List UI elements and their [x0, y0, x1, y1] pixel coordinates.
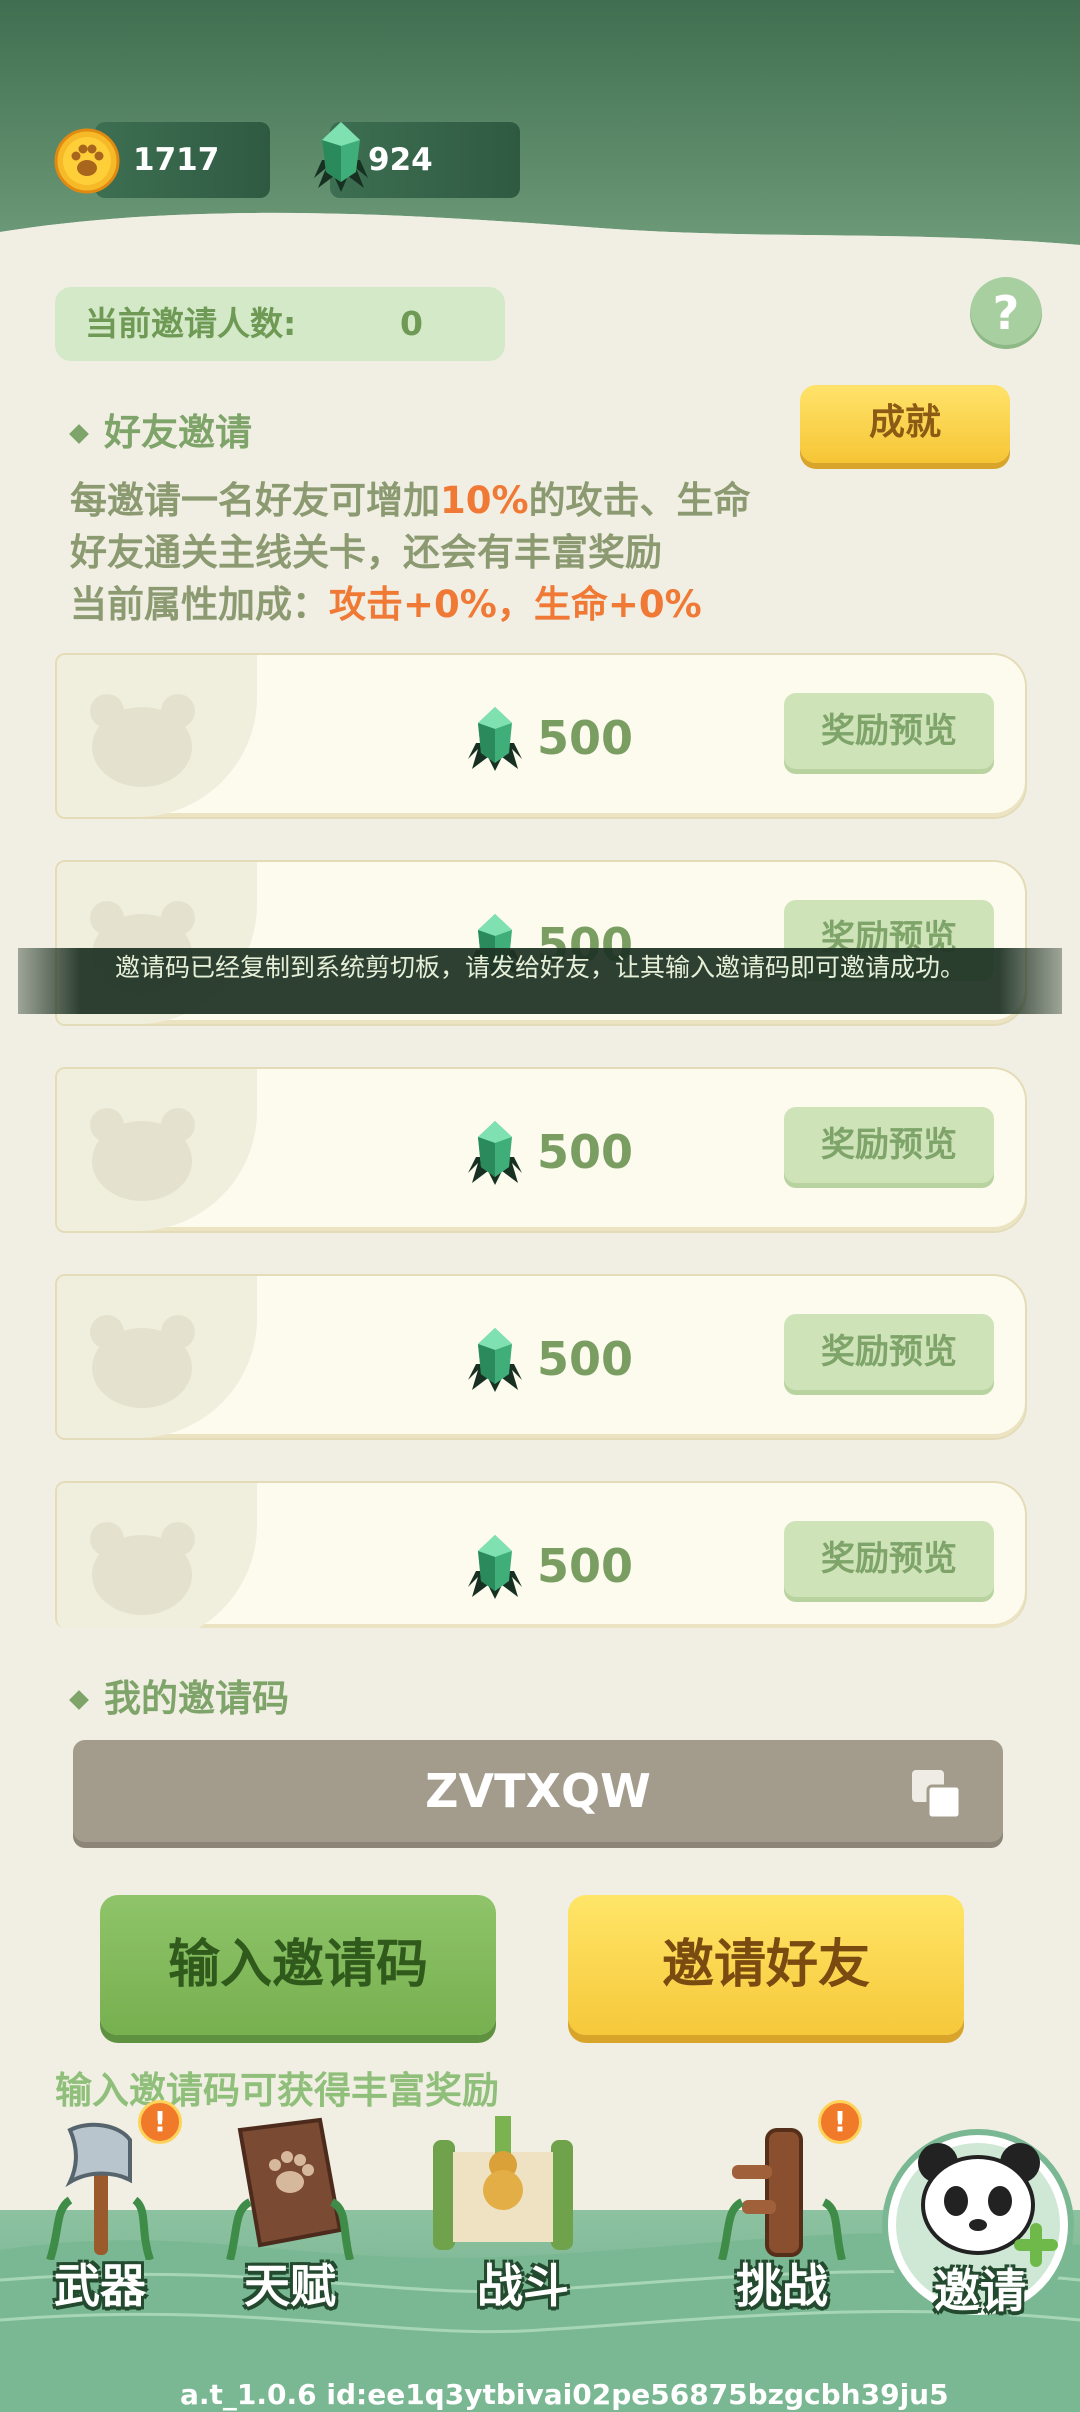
my-invite-code-title: 我的邀请码 — [69, 1668, 289, 1722]
nav-talent[interactable]: 天赋 — [200, 2110, 380, 2330]
bear-silhouette-icon — [90, 1522, 195, 1615]
nav-weapon-label: 武器 — [54, 2259, 146, 2313]
weapon-alert-badge: ! — [138, 2100, 182, 2144]
reward-preview-button[interactable]: 奖励预览 — [784, 693, 994, 769]
bear-silhouette-icon — [90, 694, 195, 787]
reward-preview-button[interactable]: 奖励预览 — [784, 1521, 994, 1597]
reward-row: 500 奖励预览 — [55, 1481, 1027, 1628]
talent-book-icon — [226, 2117, 354, 2260]
description-line-3: 当前属性加成：攻击+0%，生命+0% — [70, 574, 702, 628]
bear-silhouette-icon — [90, 1315, 195, 1408]
reward-amount: 500 — [537, 711, 634, 765]
paw-coin-counter: 1717 — [95, 122, 270, 198]
nav-battle-label: 战斗 — [477, 2259, 569, 2313]
reward-amount: 500 — [537, 1539, 634, 1593]
nav-challenge[interactable]: ! 挑战 — [692, 2100, 872, 2330]
reward-amount: 500 — [537, 1125, 634, 1179]
invite-code-box[interactable]: ZVTXQW — [73, 1740, 1003, 1842]
challenge-alert-badge: ! — [818, 2100, 862, 2144]
desc-line1-pre: 每邀请一名好友可增加 — [70, 479, 440, 522]
diamond-icon — [69, 424, 89, 444]
gem-value: 924 — [368, 142, 433, 178]
description-line-1: 每邀请一名好友可增加10%的攻击、生命 — [70, 470, 751, 524]
invite-count-label: 当前邀请人数: — [85, 304, 297, 343]
nav-challenge-label: 挑战 — [736, 2259, 828, 2313]
invite-count-bar: 当前邀请人数: 0 — [55, 287, 505, 361]
help-button[interactable]: ? — [970, 277, 1042, 349]
desc-line1-post: 的攻击、生命 — [528, 479, 751, 522]
reward-preview-button[interactable]: 奖励预览 — [784, 1314, 994, 1390]
diamond-icon — [69, 1690, 89, 1710]
friend-invite-title: 好友邀请 — [69, 402, 252, 456]
nav-invite-label: 邀请 — [934, 2264, 1026, 2318]
gem-icon — [468, 1535, 522, 1599]
my-invite-code-title-text: 我的邀请码 — [104, 1677, 289, 1720]
current-bonus: 攻击+0%，生命+0% — [329, 583, 702, 626]
reward-row: 500 奖励预览 — [55, 1274, 1027, 1440]
copy-icon[interactable] — [908, 1766, 964, 1822]
nav-weapon[interactable]: ! 武器 — [10, 2100, 190, 2330]
paw-coin-icon — [54, 128, 120, 194]
version-id-text: a.t_1.0.6 id:ee1q3ytbivai02pe56875bzgcbh… — [180, 2378, 949, 2411]
reward-row: 500 奖励预览 — [55, 653, 1027, 819]
nav-talent-label: 天赋 — [244, 2259, 336, 2313]
achievement-button[interactable]: 成就 — [800, 385, 1010, 463]
description-line-2: 好友通关主线关卡，还会有丰富奖励 — [70, 531, 662, 574]
reward-preview-button[interactable]: 奖励预览 — [784, 1107, 994, 1183]
desc-line3-pre: 当前属性加成： — [70, 583, 329, 626]
copied-toast: 邀请码已经复制到系统剪切板，请发给好友，让其输入邀请码即可邀请成功。 — [18, 948, 1062, 1014]
desc-line1-percent: 10% — [440, 479, 529, 522]
enter-invite-code-button[interactable]: 输入邀请码 — [100, 1895, 496, 2035]
reward-amount: 500 — [537, 1332, 634, 1386]
invite-code-hint: 输入邀请码可获得丰富奖励 — [55, 2069, 499, 2112]
invite-friend-button[interactable]: 邀请好友 — [568, 1895, 964, 2035]
gem-icon — [468, 1121, 522, 1185]
battle-scroll-icon — [433, 2116, 573, 2250]
nav-battle[interactable]: 战斗 — [433, 2110, 618, 2330]
gem-icon — [314, 122, 368, 192]
friend-invite-title-text: 好友邀请 — [104, 411, 252, 454]
gem-icon — [468, 1328, 522, 1392]
invite-count-value: 0 — [400, 304, 423, 343]
bear-silhouette-icon — [90, 1108, 195, 1201]
reward-row: 500 奖励预览 — [55, 1067, 1027, 1233]
paw-coin-value: 1717 — [133, 142, 220, 178]
gem-icon — [468, 707, 522, 771]
nav-invite[interactable]: 邀请 — [880, 2085, 1080, 2321]
